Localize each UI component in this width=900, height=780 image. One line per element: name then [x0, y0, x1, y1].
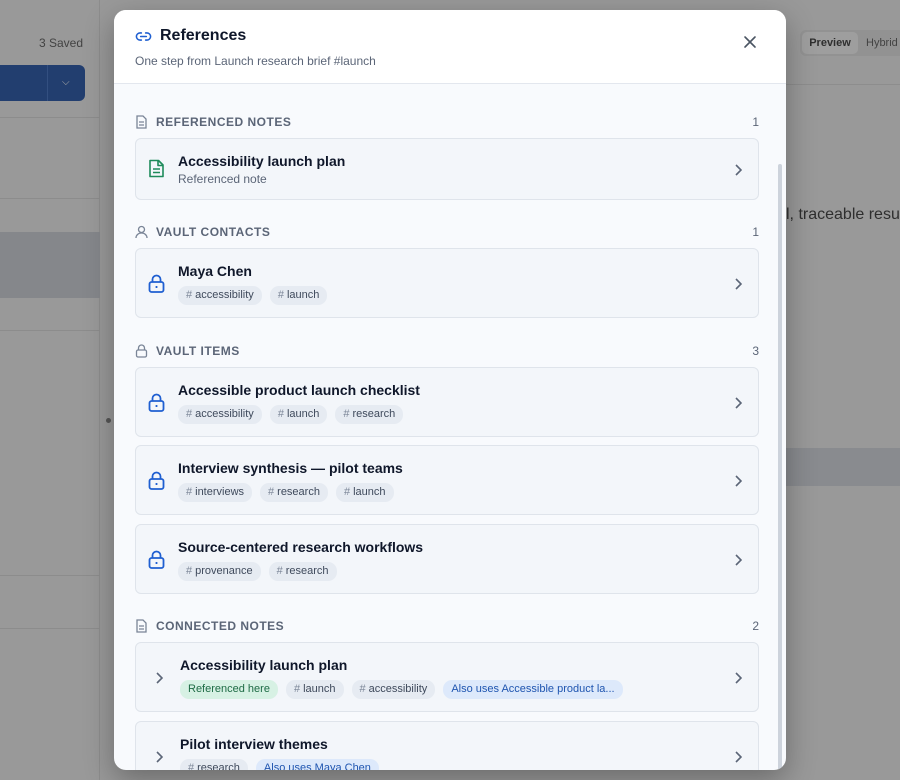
chevron-right-icon	[734, 474, 743, 492]
dialog-subtitle: One step from Launch research brief #lau…	[135, 54, 376, 68]
item-title: Accessibility launch plan	[178, 153, 346, 169]
item-title: Source-centered research workflows	[178, 539, 424, 555]
chevron-right-icon	[734, 671, 743, 689]
chevron-right-icon[interactable]	[155, 671, 164, 689]
note-icon	[148, 159, 165, 183]
chevron-right-icon	[734, 163, 743, 181]
scrollbar[interactable]	[778, 164, 782, 770]
also-uses-badge: Also uses Maya Chen	[255, 759, 379, 770]
list-item[interactable]: Maya Chen # accessibility # launch	[135, 248, 759, 318]
tag-chip[interactable]: # accessibility	[178, 405, 262, 424]
dialog-header: References One step from Launch research…	[114, 10, 786, 84]
item-subtitle: Referenced note	[178, 172, 267, 186]
tag-chip[interactable]: # research	[268, 562, 337, 581]
tag-chip[interactable]: # launch	[269, 405, 328, 424]
section-header-connected-notes: CONNECTED NOTES	[135, 618, 284, 634]
status-badge: Referenced here	[180, 680, 278, 699]
note-icon	[136, 619, 147, 633]
person-icon	[135, 225, 148, 239]
chevron-right-icon	[734, 396, 743, 414]
lock-icon	[148, 550, 165, 574]
list-item[interactable]: Interview synthesis — pilot teams # inter…	[135, 445, 759, 515]
lock-icon	[148, 471, 165, 495]
tag-chip[interactable]: # research	[260, 483, 328, 502]
tag-chip[interactable]: # launch	[335, 483, 394, 502]
item-title: Interview synthesis — pilot teams	[178, 460, 403, 476]
chevron-right-icon[interactable]	[155, 750, 164, 768]
list-item[interactable]: Accessibility launch plan Referenced her…	[135, 642, 759, 712]
lock-icon	[148, 393, 165, 417]
chevron-right-icon	[734, 553, 743, 571]
tag-list: Referenced here # launch # accessibility A…	[180, 680, 623, 699]
dialog-title: References	[160, 27, 247, 44]
tag-list: # accessibility # launch # research	[178, 405, 404, 424]
tag-chip[interactable]: # launch	[269, 286, 328, 305]
link-icon	[135, 28, 152, 45]
item-title: Accessible product launch checklist	[178, 382, 420, 398]
tag-list: # provenance # research	[178, 562, 337, 581]
chevron-right-icon	[734, 277, 743, 295]
tag-list: # research Also uses Maya Chen	[180, 759, 379, 770]
item-title: Maya Chen	[178, 263, 252, 279]
close-button[interactable]	[738, 30, 762, 54]
tag-list: # accessibility # launch	[178, 286, 328, 305]
tag-chip[interactable]: # provenance	[178, 562, 261, 581]
item-title: Accessibility launch plan	[180, 657, 348, 673]
section-count: 1	[752, 115, 759, 129]
note-icon	[136, 115, 147, 129]
section-header-vault-items: VAULT ITEMS	[135, 343, 240, 359]
item-title: Pilot interview themes	[180, 736, 328, 752]
chevron-right-icon	[734, 750, 743, 768]
tag-list: # interviews # research # launch	[178, 483, 394, 502]
section-label: VAULT CONTACTS	[156, 225, 271, 239]
section-count: 1	[752, 225, 759, 239]
section-label: CONNECTED NOTES	[156, 619, 285, 633]
list-item[interactable]: Accessible product launch checklist # acc…	[135, 367, 759, 437]
tag-chip[interactable]: # launch	[285, 680, 344, 699]
section-header-referenced-notes: REFERENCED NOTES	[135, 114, 291, 130]
close-icon[interactable]	[743, 35, 757, 49]
lock-icon	[135, 344, 148, 358]
section-count: 3	[752, 344, 759, 358]
list-item[interactable]: Pilot interview themes # research Also us…	[135, 721, 759, 770]
references-dialog: References One step from Launch research…	[114, 10, 786, 770]
section-count: 2	[752, 619, 759, 633]
also-uses-badge: Also uses Accessible product la...	[443, 680, 623, 699]
list-item[interactable]: Accessibility launch plan Referenced not…	[135, 138, 759, 200]
section-label: VAULT ITEMS	[156, 344, 240, 358]
tag-chip[interactable]: # accessibility	[351, 680, 436, 699]
tag-chip[interactable]: # research	[180, 759, 248, 770]
section-header-vault-contacts: VAULT CONTACTS	[135, 224, 270, 240]
dialog-body[interactable]: REFERENCED NOTES 1 Accessibility launch …	[114, 84, 786, 770]
list-item[interactable]: Source-centered research workflows # prov…	[135, 524, 759, 594]
tag-chip[interactable]: # research	[335, 405, 404, 424]
lock-icon	[148, 274, 165, 298]
tag-chip[interactable]: # interviews	[178, 483, 253, 502]
tag-chip[interactable]: # accessibility	[178, 286, 262, 305]
section-label: REFERENCED NOTES	[156, 115, 292, 129]
